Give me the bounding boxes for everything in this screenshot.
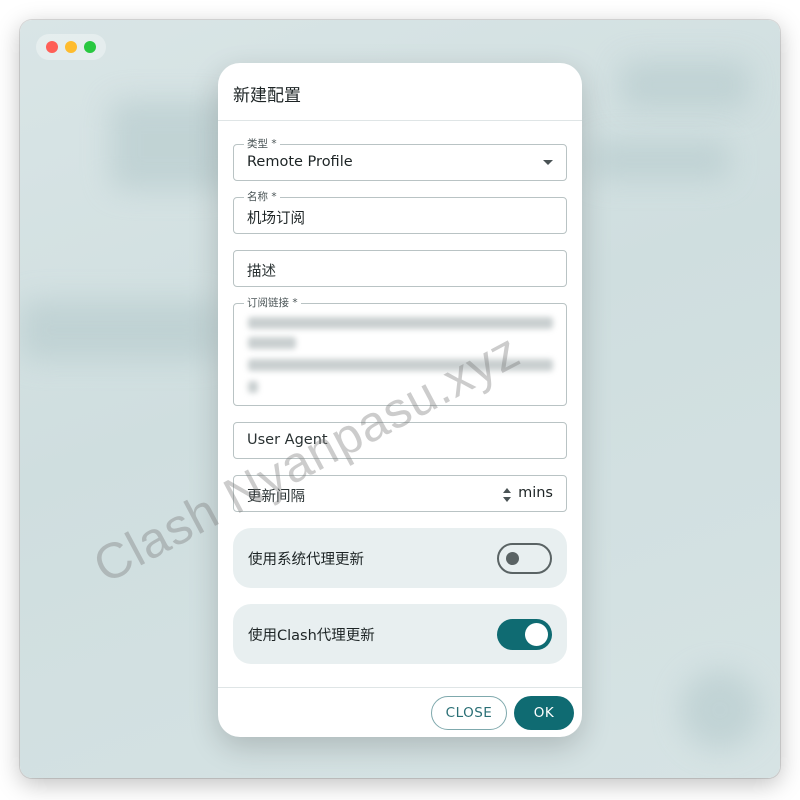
- window-controls: [36, 34, 106, 60]
- subscription-url-input[interactable]: 订阅链接 *: [233, 296, 567, 406]
- clash-proxy-toggle[interactable]: [497, 619, 552, 650]
- background-blur: [680, 670, 760, 750]
- profile-name-input[interactable]: 名称 * 机场订阅: [233, 190, 567, 234]
- background-blur: [110, 100, 230, 190]
- subscription-url-label: 订阅链接 *: [244, 296, 301, 310]
- clash-proxy-setting: 使用Clash代理更新: [233, 604, 567, 664]
- toggle-knob: [525, 623, 548, 646]
- background-blur: [20, 300, 220, 360]
- background-blur: [620, 60, 750, 110]
- update-interval-placeholder: 更新间隔: [247, 489, 305, 505]
- background-blur: [590, 140, 730, 180]
- divider: [218, 120, 582, 121]
- dropdown-caret-icon: [543, 160, 553, 165]
- clash-proxy-label: 使用Clash代理更新: [248, 628, 375, 644]
- profile-type-label: 类型 *: [244, 137, 280, 151]
- user-agent-placeholder: User Agent: [247, 432, 328, 448]
- system-proxy-toggle[interactable]: [497, 543, 552, 574]
- profile-name-value: 机场订阅: [247, 211, 305, 227]
- blurred-url-line: [248, 317, 553, 329]
- update-interval-input[interactable]: 更新间隔 mins: [233, 475, 567, 512]
- blurred-url-line: [248, 337, 296, 349]
- system-proxy-setting: 使用系统代理更新: [233, 528, 567, 588]
- dialog-title: 新建配置: [233, 86, 301, 106]
- description-input[interactable]: 描述: [233, 250, 567, 287]
- divider: [218, 687, 582, 688]
- toggle-knob: [506, 552, 519, 565]
- ok-button[interactable]: OK: [514, 696, 574, 730]
- blurred-url-line: [248, 359, 553, 371]
- blurred-url-line: [248, 381, 258, 393]
- profile-type-select[interactable]: 类型 * Remote Profile: [233, 137, 567, 181]
- window-close-button[interactable]: [46, 41, 58, 53]
- description-placeholder: 描述: [247, 264, 276, 280]
- profile-name-label: 名称 *: [244, 190, 280, 204]
- stepper-icon[interactable]: [503, 488, 511, 502]
- user-agent-input[interactable]: User Agent: [233, 422, 567, 459]
- close-button[interactable]: CLOSE: [431, 696, 507, 730]
- new-profile-dialog: 新建配置 类型 * Remote Profile 名称 * 机场订阅 描述 订阅…: [218, 63, 582, 737]
- profile-type-value: Remote Profile: [247, 154, 353, 170]
- update-interval-unit: mins: [518, 485, 553, 501]
- window-maximize-button[interactable]: [84, 41, 96, 53]
- system-proxy-label: 使用系统代理更新: [248, 552, 364, 568]
- window-minimize-button[interactable]: [65, 41, 77, 53]
